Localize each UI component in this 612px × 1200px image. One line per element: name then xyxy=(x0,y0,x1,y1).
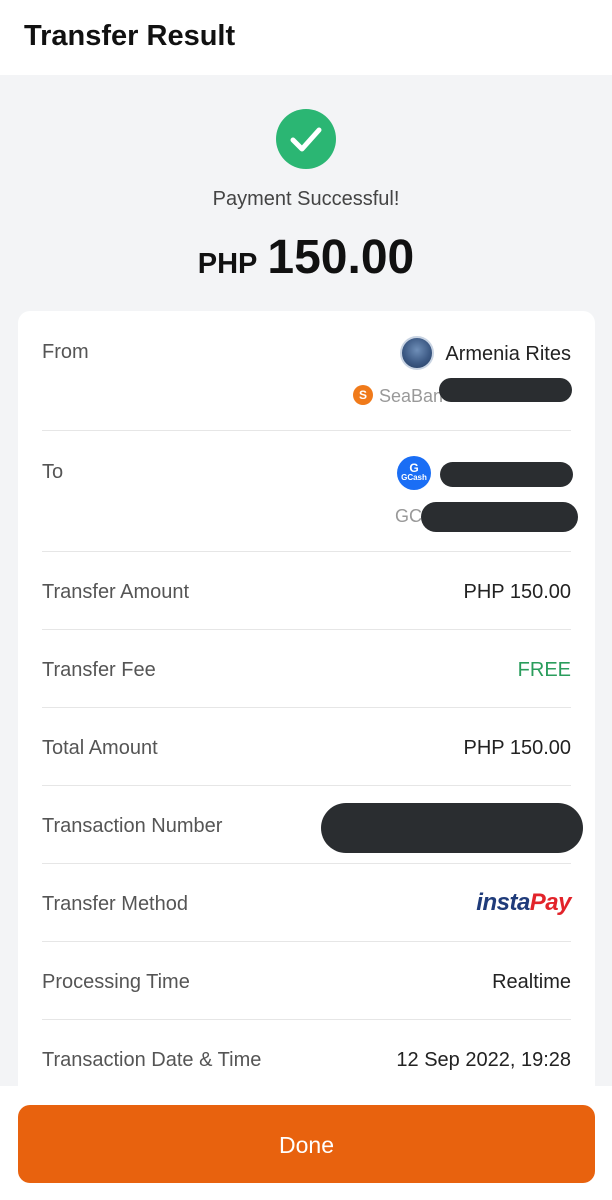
check-circle-icon xyxy=(276,109,336,169)
to-label: To xyxy=(42,461,64,483)
transfer-amount-row: Transfer Amount PHP 150.00 xyxy=(42,552,571,630)
transfer-method-row: Transfer Method instaPay xyxy=(42,864,572,942)
from-row: From Armenia Rites S SeaBan xyxy=(42,311,572,431)
gcash-icon-text: GCash xyxy=(401,473,427,482)
avatar xyxy=(400,336,434,370)
status-section: Payment Successful! PHP 150.00 xyxy=(0,75,612,310)
date-time-label: Transaction Date & Time xyxy=(42,1049,262,1071)
to-wallet-account: GC xyxy=(395,506,422,526)
redacted-recipient-account xyxy=(421,502,578,532)
redacted-transaction-number xyxy=(321,803,583,853)
date-time-value: 12 Sep 2022, 19:28 xyxy=(396,1049,571,1071)
from-label: From xyxy=(42,341,89,363)
transaction-number-label: Transaction Number xyxy=(42,815,223,837)
page-title: Transfer Result xyxy=(24,20,236,52)
transfer-fee-value: FREE xyxy=(517,659,571,681)
total-amount-row: Total Amount PHP 150.00 xyxy=(42,708,571,786)
details-card: From Armenia Rites S SeaBan To G GCash GC… xyxy=(18,311,595,1101)
transfer-fee-row: Transfer Fee FREE xyxy=(42,630,571,708)
instapay-logo-pay: Pay xyxy=(529,889,572,916)
processing-time-value: Realtime xyxy=(492,971,571,993)
gcash-icon: G GCash xyxy=(397,456,431,490)
done-button-label: Done xyxy=(279,1132,334,1158)
redacted-recipient-name xyxy=(440,462,573,487)
processing-time-label: Processing Time xyxy=(42,971,190,993)
amount-currency: PHP xyxy=(197,248,258,280)
redacted-from-account xyxy=(439,378,572,402)
processing-time-row: Processing Time Realtime xyxy=(42,942,571,1020)
from-name: Armenia Rites xyxy=(445,343,571,365)
app-header: Transfer Result xyxy=(0,0,612,75)
transfer-amount-label: Transfer Amount xyxy=(42,581,190,603)
footer-bar: Done xyxy=(0,1086,612,1200)
instapay-logo: instaPay xyxy=(476,889,571,917)
instapay-logo-insta: insta xyxy=(476,889,530,916)
seabank-icon: S xyxy=(353,385,373,405)
to-row: To G GCash GC xyxy=(42,431,578,552)
transfer-method-label: Transfer Method xyxy=(42,893,188,915)
transfer-fee-label: Transfer Fee xyxy=(42,659,156,681)
transaction-number-row: Transaction Number xyxy=(42,786,583,864)
transfer-amount-value: PHP 150.00 xyxy=(463,581,572,603)
total-amount-label: Total Amount xyxy=(42,737,158,759)
status-message: Payment Successful! xyxy=(212,188,400,210)
from-bank-account: SeaBan xyxy=(379,386,444,406)
total-amount-value: PHP 150.00 xyxy=(463,737,572,759)
done-button[interactable]: Done xyxy=(18,1105,595,1183)
amount-value: 150.00 xyxy=(267,231,415,284)
amount-display: PHP 150.00 xyxy=(0,230,612,285)
